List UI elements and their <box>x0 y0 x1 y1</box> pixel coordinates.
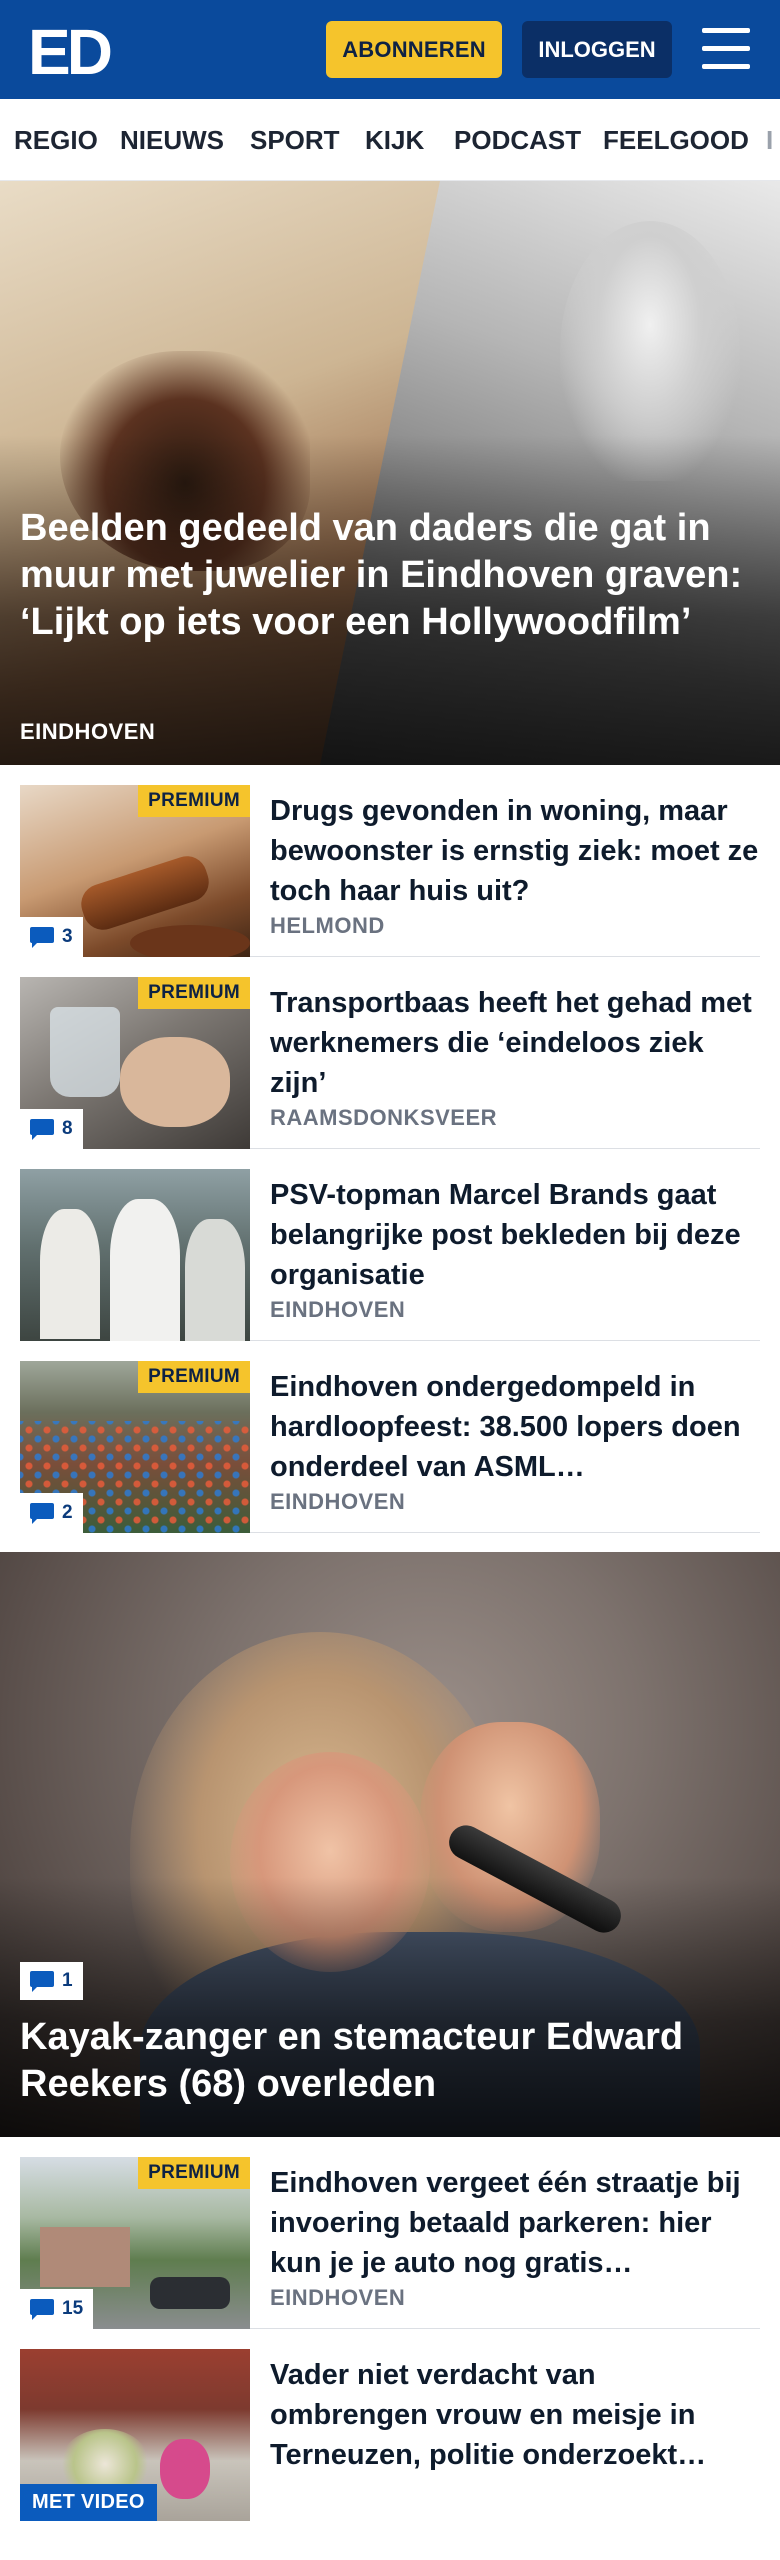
comment-icon <box>30 927 54 948</box>
article-thumbnail[interactable]: PREMIUM 3 <box>20 785 250 957</box>
article-region: EINDHOVEN <box>270 2285 406 2310</box>
article-item[interactable]: PREMIUM 3 Drugs gevonden in woning, maar… <box>20 765 760 957</box>
comment-count-value: 3 <box>62 926 73 947</box>
article-thumbnail[interactable]: PREMIUM 15 <box>20 2157 250 2329</box>
article-title[interactable]: Drugs gevonden in woning, maar bewoonste… <box>270 791 760 911</box>
article-title[interactable]: Vader niet verdacht van ombrengen vrouw … <box>270 2355 760 2475</box>
article-region: RAAMSDONKSVEER <box>270 1105 498 1130</box>
nav-item-sport[interactable]: SPORT <box>250 99 340 180</box>
hamburger-menu-icon[interactable] <box>698 24 754 74</box>
nav-item-nieuws[interactable]: NIEUWS <box>120 99 224 180</box>
premium-badge: PREMIUM <box>138 1361 250 1393</box>
comment-count[interactable]: 15 <box>20 2289 94 2329</box>
premium-badge: PREMIUM <box>138 785 250 817</box>
subscribe-button[interactable]: ABONNEREN <box>326 21 502 78</box>
article-title[interactable]: Eindhoven ondergedompeld in hardloopfees… <box>270 1367 760 1487</box>
video-badge: MET VIDEO <box>20 2484 157 2521</box>
article-region: EINDHOVEN <box>270 1489 406 1514</box>
comment-icon <box>30 2299 54 2320</box>
premium-badge: PREMIUM <box>138 977 250 1009</box>
comment-icon <box>30 1503 54 1524</box>
logo-text: ED <box>28 20 111 80</box>
article-title[interactable]: Eindhoven vergeet één straatje bij invoe… <box>270 2163 760 2283</box>
hero-title[interactable]: Beelden gedeeld van daders die gat in mu… <box>20 505 760 646</box>
comment-icon <box>30 1119 54 1140</box>
comment-count[interactable]: 2 <box>20 1493 83 1533</box>
comment-count-value: 2 <box>62 1502 73 1523</box>
comment-count[interactable]: 1 <box>20 1962 83 2000</box>
article-item[interactable]: MET VIDEO Vader niet verdacht van ombren… <box>20 2329 760 2521</box>
article-region: HELMOND <box>270 913 385 938</box>
article-item[interactable]: PSV-topman Marcel Brands gaat belangrijk… <box>20 1149 760 1341</box>
comment-icon <box>30 1971 54 1992</box>
article-item[interactable]: PREMIUM 2 Eindhoven ondergedompeld in ha… <box>20 1341 760 1533</box>
hero-region: EINDHOVEN <box>20 719 156 744</box>
nav-item-regio[interactable]: REGIO <box>14 99 98 180</box>
nav-item-podcast[interactable]: PODCAST <box>454 99 581 180</box>
logo[interactable]: ED <box>28 20 114 80</box>
hero-article-2[interactable]: 1 Kayak-zanger en stemacteur Edward Reek… <box>0 1552 780 2137</box>
article-thumbnail[interactable] <box>20 1169 250 1341</box>
article-item[interactable]: PREMIUM 15 Eindhoven vergeet één straatj… <box>20 2137 760 2329</box>
hero-article[interactable]: Beelden gedeeld van daders die gat in mu… <box>0 181 780 765</box>
section-nav: REGIO NIEUWS SPORT KIJK PODCAST FEELGOOD… <box>0 99 780 181</box>
comment-count-value: 1 <box>62 1970 73 1991</box>
nav-item-kijk[interactable]: KIJK <box>365 99 424 180</box>
nav-item-feelgood[interactable]: FEELGOOD <box>603 99 749 180</box>
comment-count-value: 15 <box>62 2298 84 2319</box>
top-header: ED ABONNEREN INLOGGEN <box>0 0 780 99</box>
premium-badge: PREMIUM <box>138 2157 250 2189</box>
hero2-title[interactable]: Kayak-zanger en stemacteur Edward Reeker… <box>20 2014 760 2108</box>
article-item[interactable]: PREMIUM 8 Transportbaas heeft het gehad … <box>20 957 760 1149</box>
article-thumbnail[interactable]: PREMIUM 8 <box>20 977 250 1149</box>
article-thumbnail[interactable]: PREMIUM 2 <box>20 1361 250 1533</box>
login-button[interactable]: INLOGGEN <box>522 21 672 78</box>
comment-count[interactable]: 3 <box>20 917 83 957</box>
article-title[interactable]: Transportbaas heeft het gehad met werkne… <box>270 983 760 1103</box>
article-thumbnail[interactable]: MET VIDEO <box>20 2349 250 2521</box>
nav-item-overflow[interactable]: I <box>766 99 773 180</box>
comment-count[interactable]: 8 <box>20 1109 83 1149</box>
article-region: EINDHOVEN <box>270 1297 406 1322</box>
article-title[interactable]: PSV-topman Marcel Brands gaat belangrijk… <box>270 1175 760 1295</box>
comment-count-value: 8 <box>62 1118 73 1139</box>
